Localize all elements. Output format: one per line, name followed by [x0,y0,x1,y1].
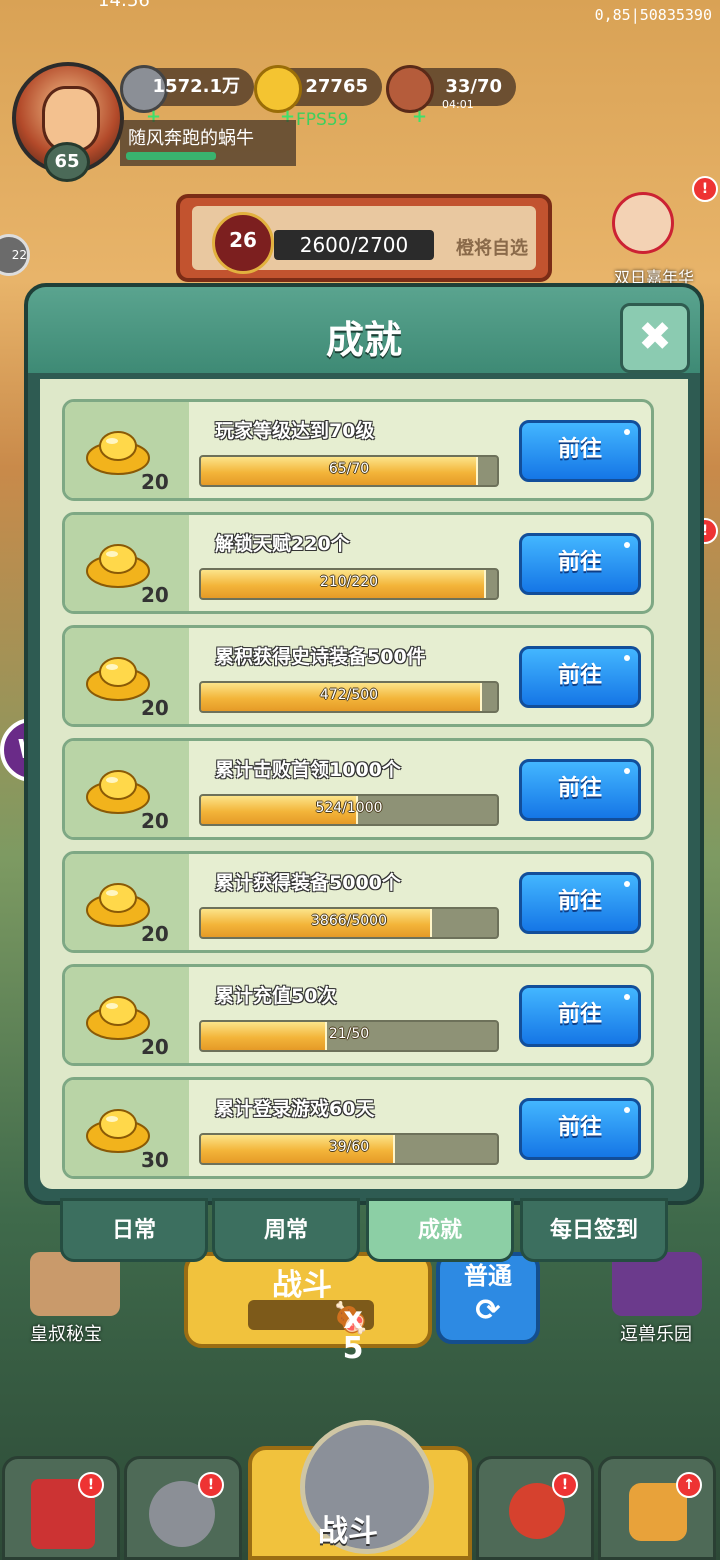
go-button[interactable]: 前往 [519,533,641,595]
uncle-treasure-label: 皇叔秘宝 [30,1324,102,1345]
reward-quantity: 20 [141,696,169,720]
achievement-title: 累计击败首领1000个 [215,759,401,781]
modal-header: 成就 ✖ [28,287,700,373]
achievement-title: 玩家等级达到70级 [215,420,375,442]
achievement-row: 30 累计登录游戏60天 39/60 前往 [62,1077,654,1179]
reward-quantity: 20 [141,470,169,494]
nav-heroes[interactable] [476,1456,594,1560]
alert-badge-icon: ! [552,1472,578,1498]
gold-ingot-icon [86,883,150,927]
go-button[interactable]: 前往 [519,1098,641,1160]
reward-quantity: 30 [141,1148,169,1172]
modal-title: 成就 [325,318,402,362]
gold-ingot-icon [86,1109,150,1153]
player-name-panel: 随风奔跑的蜗牛 [120,120,296,166]
tab-daily-signin[interactable]: 每日签到 [520,1198,668,1262]
achievement-title: 累计获得装备5000个 [215,872,401,894]
achievement-row: 20 累积获得史诗装备500件 472/500 前往 [62,625,654,727]
status-bar: 14:56 0,85|50835390 [0,0,720,30]
battle-pass-inner: 26 2600/2700 橙将自选 [192,206,536,274]
progress-text: 210/220 [319,574,379,590]
go-button[interactable]: 前往 [519,759,641,821]
gold-resource[interactable]: + 27765 [254,65,382,127]
progress-track: 3866/5000 [199,907,499,939]
upgrade-arrow-icon: ↑ [676,1472,702,1498]
gold-ingot-icon [86,431,150,475]
player-name: 随风奔跑的蜗牛 [128,128,254,149]
player-level-badge: 65 [44,142,90,182]
progress-track: 472/500 [199,681,499,713]
achievement-row: 20 累计充值50次 21/50 前往 [62,964,654,1066]
reward-quantity: 20 [141,583,169,607]
exp-bar [126,152,216,160]
progress-track: 210/220 [199,568,499,600]
go-button[interactable]: 前往 [519,646,641,708]
beast-park-label: 逗兽乐园 [620,1324,692,1345]
normal-mode-button[interactable]: 普通 ⟳ [436,1252,540,1344]
gold-ingot-icon [86,996,150,1040]
achievement-title: 累积获得史诗装备500件 [215,646,426,668]
achievement-list[interactable]: 20 玩家等级达到70级 65/70 前往 20 解锁天赋220个 210/220 前往 20 累… [40,379,688,1189]
battle-cost: 🍖 x 5 [248,1300,374,1364]
battle-cost-value: x 5 [342,1301,364,1366]
left-event-counter[interactable]: 22 [0,234,30,276]
network-readout: 0,85|50835390 [594,6,712,24]
gold-ingot-icon [86,770,150,814]
progress-text: 3866/5000 [311,913,387,929]
gold-ingot-icon [86,544,150,588]
achievement-row: 20 累计击败首领1000个 524/1000 前往 [62,738,654,840]
alert-badge-icon: ! [198,1472,224,1498]
battle-pass-level: 26 [212,212,274,274]
stamina-timer: 04:01 [442,98,474,111]
progress-track: 21/50 [199,1020,499,1052]
nav-battle-label: 战斗 [318,1514,378,1549]
gold-ingot-icon [86,657,150,701]
achievement-row: 20 玩家等级达到70级 65/70 前往 [62,399,654,501]
progress-text: 39/60 [328,1139,370,1155]
battle-pass-pick: 橙将自选 [456,238,528,259]
achievement-row: 20 累计获得装备5000个 3866/5000 前往 [62,851,654,953]
progress-track: 524/1000 [199,794,499,826]
silver-resource[interactable]: + 1572.1万 [120,65,254,127]
reward-quantity: 20 [141,1035,169,1059]
reward-quantity: 20 [141,809,169,833]
go-button[interactable]: 前往 [519,420,641,482]
battle-pass-progress: 2600/2700 [274,230,434,260]
progress-text: 472/500 [319,687,379,703]
nav-equipment[interactable] [124,1456,242,1560]
gold-value: 27765 [305,76,368,97]
progress-track: 65/70 [199,455,499,487]
silver-value: 1572.1万 [152,76,240,97]
alert-badge-icon: ! [692,176,718,202]
progress-text: 21/50 [328,1026,370,1042]
nav-upgrade[interactable] [598,1456,716,1560]
progress-track: 39/60 [199,1133,499,1165]
nav-shop[interactable] [2,1456,120,1560]
go-button[interactable]: 前往 [519,985,641,1047]
carnival-event-icon[interactable] [612,192,674,254]
achievement-title: 累计充值50次 [215,985,337,1007]
progress-text: 65/70 [328,461,370,477]
close-button[interactable]: ✖ [620,303,690,373]
fps-counter: FPS59 [296,110,349,130]
achievement-row: 20 解锁天赋220个 210/220 前往 [62,512,654,614]
status-time: 14:56 [98,0,150,11]
reward-quantity: 20 [141,922,169,946]
achievement-title: 解锁天赋220个 [215,533,350,555]
battle-button-bg[interactable]: 战斗 🍖 x 5 [184,1252,432,1364]
refresh-icon: ⟳ [475,1293,501,1328]
tab-achievements[interactable]: 成就 [366,1198,514,1262]
progress-text: 524/1000 [315,800,383,816]
tab-weekly[interactable]: 周常 [212,1198,360,1262]
achievement-title: 累计登录游戏60天 [215,1098,375,1120]
achievement-modal: 成就 ✖ 20 玩家等级达到70级 65/70 前往 20 解锁天赋220个 210/220… [24,283,704,1205]
add-icon[interactable]: + [412,98,427,136]
tab-daily[interactable]: 日常 [60,1198,208,1262]
battle-label: 战斗 [272,1268,332,1303]
alert-badge-icon: ! [78,1472,104,1498]
go-button[interactable]: 前往 [519,872,641,934]
battle-pass-banner[interactable]: 26 2600/2700 橙将自选 [176,194,552,282]
